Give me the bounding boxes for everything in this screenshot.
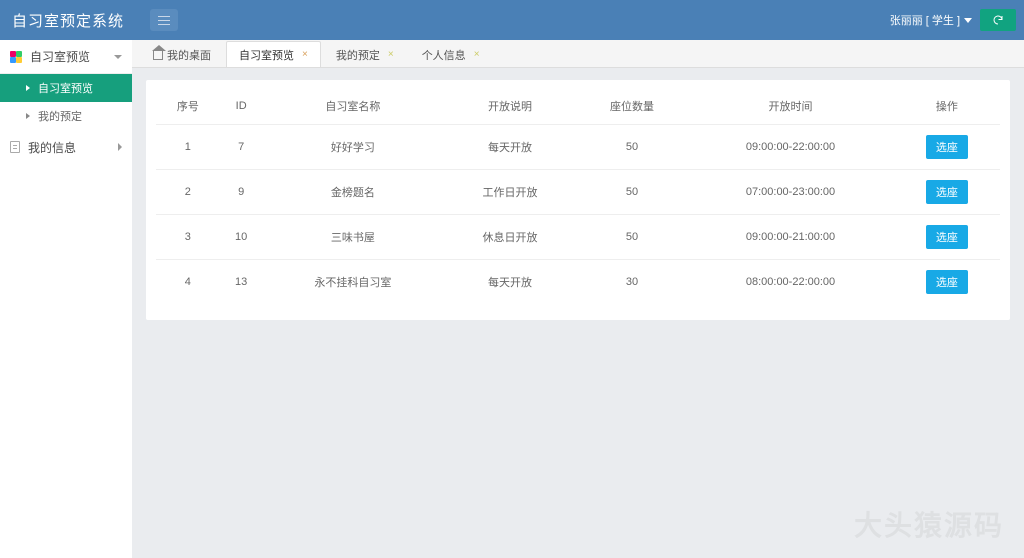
table-panel: 序号 ID 自习室名称 开放说明 座位数量 开放时间 操作 17好好学习每天开放… [146, 80, 1010, 320]
menu-toggle-button[interactable] [150, 9, 178, 31]
tab-label: 自习室预览 [239, 47, 294, 63]
cell-ops: 选座 [894, 125, 1000, 170]
chevron-right-icon [118, 143, 122, 151]
app-title: 自习室预定系统 [12, 10, 124, 31]
chevron-down-icon [964, 18, 972, 23]
user-menu[interactable]: 张丽丽 [ 学生 ] [890, 9, 1016, 31]
app-header: 自习室预定系统 张丽丽 [ 学生 ] [0, 0, 1024, 40]
tab-bar: 我的桌面 自习室预览 × 我的预定 × 个人信息 × [132, 40, 1024, 68]
chevron-down-icon [114, 55, 122, 59]
sidebar: 自习室预览 自习室预览 我的预定 我的信息 [0, 40, 132, 558]
cell-ops: 选座 [894, 170, 1000, 215]
cell-ops: 选座 [894, 215, 1000, 260]
table-row: 17好好学习每天开放5009:00:00-22:00:00 选座 [156, 125, 1000, 170]
cell-open_desc: 工作日开放 [443, 170, 577, 215]
tab-label: 我的桌面 [167, 47, 211, 63]
cell-ops: 选座 [894, 260, 1000, 305]
table-row: 310三味书屋休息日开放5009:00:00-21:00:00 选座 [156, 215, 1000, 260]
arrow-right-icon [26, 85, 30, 91]
cell-seq: 4 [156, 260, 220, 305]
select-seat-button[interactable]: 选座 [926, 180, 968, 204]
sidebar-item-label: 自习室预览 [38, 80, 93, 96]
cell-seats: 50 [577, 170, 687, 215]
sidebar-item-preview[interactable]: 自习室预览 [0, 74, 132, 102]
cell-open_time: 09:00:00-22:00:00 [687, 125, 894, 170]
col-id: ID [220, 88, 263, 125]
col-ops: 操作 [894, 88, 1000, 125]
hamburger-icon [158, 20, 170, 21]
cell-seats: 30 [577, 260, 687, 305]
col-opendesc: 开放说明 [443, 88, 577, 125]
cell-open_time: 07:00:00-23:00:00 [687, 170, 894, 215]
user-label: 张丽丽 [ 学生 ] [890, 12, 960, 28]
cell-id: 9 [220, 170, 263, 215]
select-seat-button[interactable]: 选座 [926, 135, 968, 159]
cell-id: 7 [220, 125, 263, 170]
cell-name: 永不挂科自习室 [263, 260, 443, 305]
select-seat-button[interactable]: 选座 [926, 270, 968, 294]
cell-name: 金榜题名 [263, 170, 443, 215]
home-icon [153, 50, 163, 60]
cell-open_desc: 休息日开放 [443, 215, 577, 260]
table-row: 413永不挂科自习室每天开放3008:00:00-22:00:00 选座 [156, 260, 1000, 305]
cell-open_desc: 每天开放 [443, 260, 577, 305]
tab-personal[interactable]: 个人信息 × [409, 41, 493, 67]
tab-home[interactable]: 我的桌面 [140, 41, 224, 67]
tab-myreserve[interactable]: 我的预定 × [323, 41, 407, 67]
table-header-row: 序号 ID 自习室名称 开放说明 座位数量 开放时间 操作 [156, 88, 1000, 125]
table-row: 29金榜题名工作日开放5007:00:00-23:00:00 选座 [156, 170, 1000, 215]
tab-label: 我的预定 [336, 47, 380, 63]
cell-open_time: 09:00:00-21:00:00 [687, 215, 894, 260]
sidebar-label: 自习室预览 [30, 48, 90, 65]
select-seat-button[interactable]: 选座 [926, 225, 968, 249]
sidebar-category-myinfo[interactable]: 我的信息 [0, 130, 132, 164]
content-area: 序号 ID 自习室名称 开放说明 座位数量 开放时间 操作 17好好学习每天开放… [132, 68, 1024, 558]
cell-open_time: 08:00:00-22:00:00 [687, 260, 894, 305]
category-icon [10, 51, 22, 63]
refresh-icon [992, 14, 1004, 26]
sidebar-label: 我的信息 [28, 139, 76, 156]
cell-seq: 2 [156, 170, 220, 215]
cell-id: 13 [220, 260, 263, 305]
col-seats: 座位数量 [577, 88, 687, 125]
col-name: 自习室名称 [263, 88, 443, 125]
sidebar-item-myreserve[interactable]: 我的预定 [0, 102, 132, 130]
cell-seq: 3 [156, 215, 220, 260]
cell-seats: 50 [577, 215, 687, 260]
cell-name: 三味书屋 [263, 215, 443, 260]
sidebar-item-label: 我的预定 [38, 108, 82, 124]
close-icon[interactable]: × [388, 49, 394, 60]
tab-preview[interactable]: 自习室预览 × [226, 41, 321, 67]
cell-open_desc: 每天开放 [443, 125, 577, 170]
cell-name: 好好学习 [263, 125, 443, 170]
cell-seats: 50 [577, 125, 687, 170]
col-opentime: 开放时间 [687, 88, 894, 125]
col-seq: 序号 [156, 88, 220, 125]
arrow-right-icon [26, 113, 30, 119]
refresh-button[interactable] [980, 9, 1016, 31]
cell-id: 10 [220, 215, 263, 260]
room-table: 序号 ID 自习室名称 开放说明 座位数量 开放时间 操作 17好好学习每天开放… [156, 88, 1000, 304]
sidebar-category-preview[interactable]: 自习室预览 [0, 40, 132, 74]
tab-label: 个人信息 [422, 47, 466, 63]
document-icon [10, 141, 20, 153]
close-icon[interactable]: × [474, 49, 480, 60]
close-icon[interactable]: × [302, 49, 308, 60]
cell-seq: 1 [156, 125, 220, 170]
